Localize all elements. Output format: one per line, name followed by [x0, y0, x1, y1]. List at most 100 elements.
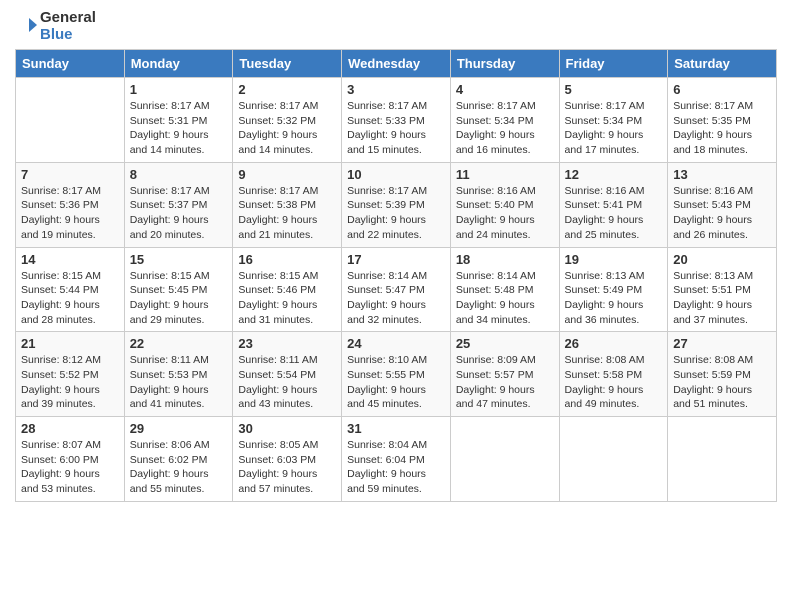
day-number: 18	[456, 252, 554, 267]
header-cell-thursday: Thursday	[450, 50, 559, 78]
day-info: Sunrise: 8:16 AM Sunset: 5:43 PM Dayligh…	[673, 184, 771, 243]
header-cell-sunday: Sunday	[16, 50, 125, 78]
calendar-cell: 21 Sunrise: 8:12 AM Sunset: 5:52 PM Dayli…	[16, 332, 125, 417]
day-info: Sunrise: 8:17 AM Sunset: 5:36 PM Dayligh…	[21, 184, 119, 243]
calendar-cell: 19Sunrise: 8:13 AM Sunset: 5:49 PM Dayli…	[559, 247, 668, 332]
logo-shape-icon	[15, 16, 37, 38]
day-info: Sunrise: 8:10 AM Sunset: 5:55 PM Dayligh…	[347, 353, 445, 412]
day-number: 7	[21, 167, 119, 182]
day-number: 14	[21, 252, 119, 267]
day-info: Sunrise: 8:17 AM Sunset: 5:32 PM Dayligh…	[238, 99, 336, 158]
day-number: 3	[347, 82, 445, 97]
calendar-header: SundayMondayTuesdayWednesdayThursdayFrid…	[16, 50, 777, 78]
calendar-cell: 14 Sunrise: 8:15 AM Sunset: 5:44 PM Dayli…	[16, 247, 125, 332]
day-info: Sunrise: 8:05 AM Sunset: 6:03 PM Dayligh…	[238, 438, 336, 497]
day-info: Sunrise: 8:17 AM Sunset: 5:34 PM Dayligh…	[565, 99, 663, 158]
day-number: 17	[347, 252, 445, 267]
logo: General Blue	[15, 10, 96, 43]
day-number: 10	[347, 167, 445, 182]
calendar-cell: 20Sunrise: 8:13 AM Sunset: 5:51 PM Dayli…	[668, 247, 777, 332]
calendar-cell: 13 Sunrise: 8:16 AM Sunset: 5:43 PM Dayli…	[668, 162, 777, 247]
day-info: Sunrise: 8:11 AM Sunset: 5:54 PM Dayligh…	[238, 353, 336, 412]
calendar-cell: 11 Sunrise: 8:16 AM Sunset: 5:40 PM Dayli…	[450, 162, 559, 247]
day-number: 24	[347, 336, 445, 351]
day-info: Sunrise: 8:15 AM Sunset: 5:45 PM Dayligh…	[130, 269, 228, 328]
day-info: Sunrise: 8:13 AM Sunset: 5:49 PM Dayligh…	[565, 269, 663, 328]
calendar-cell: 23 Sunrise: 8:11 AM Sunset: 5:54 PM Dayli…	[233, 332, 342, 417]
calendar-cell: 5 Sunrise: 8:17 AM Sunset: 5:34 PM Daylig…	[559, 78, 668, 163]
calendar-cell: 15Sunrise: 8:15 AM Sunset: 5:45 PM Dayli…	[124, 247, 233, 332]
calendar-cell: 27Sunrise: 8:08 AM Sunset: 5:59 PM Dayli…	[668, 332, 777, 417]
day-info: Sunrise: 8:15 AM Sunset: 5:44 PM Dayligh…	[21, 269, 119, 328]
calendar-cell: 16 Sunrise: 8:15 AM Sunset: 5:46 PM Dayli…	[233, 247, 342, 332]
calendar-cell: 30 Sunrise: 8:05 AM Sunset: 6:03 PM Dayli…	[233, 417, 342, 502]
calendar-week-1: 1Sunrise: 8:17 AM Sunset: 5:31 PM Daylig…	[16, 78, 777, 163]
day-number: 5	[565, 82, 663, 97]
calendar-cell: 17 Sunrise: 8:14 AM Sunset: 5:47 PM Dayli…	[342, 247, 451, 332]
calendar-cell: 24 Sunrise: 8:10 AM Sunset: 5:55 PM Dayli…	[342, 332, 451, 417]
day-number: 9	[238, 167, 336, 182]
calendar-week-5: 28Sunrise: 8:07 AM Sunset: 6:00 PM Dayli…	[16, 417, 777, 502]
day-number: 30	[238, 421, 336, 436]
day-number: 29	[130, 421, 228, 436]
day-info: Sunrise: 8:12 AM Sunset: 5:52 PM Dayligh…	[21, 353, 119, 412]
day-info: Sunrise: 8:16 AM Sunset: 5:40 PM Dayligh…	[456, 184, 554, 243]
day-info: Sunrise: 8:14 AM Sunset: 5:48 PM Dayligh…	[456, 269, 554, 328]
day-number: 11	[456, 167, 554, 182]
logo-general: General	[40, 10, 96, 27]
calendar-cell: 25Sunrise: 8:09 AM Sunset: 5:57 PM Dayli…	[450, 332, 559, 417]
day-number: 25	[456, 336, 554, 351]
calendar-cell: 31 Sunrise: 8:04 AM Sunset: 6:04 PM Dayli…	[342, 417, 451, 502]
calendar-cell	[668, 417, 777, 502]
calendar-cell: 29 Sunrise: 8:06 AM Sunset: 6:02 PM Dayli…	[124, 417, 233, 502]
day-number: 26	[565, 336, 663, 351]
calendar-cell: 3 Sunrise: 8:17 AM Sunset: 5:33 PM Daylig…	[342, 78, 451, 163]
header-row: SundayMondayTuesdayWednesdayThursdayFrid…	[16, 50, 777, 78]
calendar-cell	[450, 417, 559, 502]
day-info: Sunrise: 8:04 AM Sunset: 6:04 PM Dayligh…	[347, 438, 445, 497]
calendar-cell: 26 Sunrise: 8:08 AM Sunset: 5:58 PM Dayli…	[559, 332, 668, 417]
calendar-cell: 18 Sunrise: 8:14 AM Sunset: 5:48 PM Dayli…	[450, 247, 559, 332]
day-info: Sunrise: 8:15 AM Sunset: 5:46 PM Dayligh…	[238, 269, 336, 328]
day-number: 27	[673, 336, 771, 351]
calendar-cell: 9Sunrise: 8:17 AM Sunset: 5:38 PM Daylig…	[233, 162, 342, 247]
calendar-cell: 2Sunrise: 8:17 AM Sunset: 5:32 PM Daylig…	[233, 78, 342, 163]
day-info: Sunrise: 8:07 AM Sunset: 6:00 PM Dayligh…	[21, 438, 119, 497]
day-number: 12	[565, 167, 663, 182]
day-info: Sunrise: 8:17 AM Sunset: 5:39 PM Dayligh…	[347, 184, 445, 243]
day-number: 21	[21, 336, 119, 351]
day-number: 13	[673, 167, 771, 182]
calendar-cell: 12Sunrise: 8:16 AM Sunset: 5:41 PM Dayli…	[559, 162, 668, 247]
header-cell-monday: Monday	[124, 50, 233, 78]
calendar-cell: 7 Sunrise: 8:17 AM Sunset: 5:36 PM Daylig…	[16, 162, 125, 247]
day-info: Sunrise: 8:17 AM Sunset: 5:37 PM Dayligh…	[130, 184, 228, 243]
day-info: Sunrise: 8:11 AM Sunset: 5:53 PM Dayligh…	[130, 353, 228, 412]
header-cell-wednesday: Wednesday	[342, 50, 451, 78]
logo-blue: Blue	[40, 27, 96, 44]
day-number: 16	[238, 252, 336, 267]
day-info: Sunrise: 8:08 AM Sunset: 5:58 PM Dayligh…	[565, 353, 663, 412]
calendar-cell: 22Sunrise: 8:11 AM Sunset: 5:53 PM Dayli…	[124, 332, 233, 417]
day-info: Sunrise: 8:17 AM Sunset: 5:31 PM Dayligh…	[130, 99, 228, 158]
day-info: Sunrise: 8:14 AM Sunset: 5:47 PM Dayligh…	[347, 269, 445, 328]
calendar-cell: 6 Sunrise: 8:17 AM Sunset: 5:35 PM Daylig…	[668, 78, 777, 163]
day-number: 6	[673, 82, 771, 97]
calendar-cell	[16, 78, 125, 163]
day-info: Sunrise: 8:06 AM Sunset: 6:02 PM Dayligh…	[130, 438, 228, 497]
header-cell-tuesday: Tuesday	[233, 50, 342, 78]
day-number: 8	[130, 167, 228, 182]
calendar-cell: 8 Sunrise: 8:17 AM Sunset: 5:37 PM Daylig…	[124, 162, 233, 247]
day-info: Sunrise: 8:17 AM Sunset: 5:33 PM Dayligh…	[347, 99, 445, 158]
calendar-week-4: 21 Sunrise: 8:12 AM Sunset: 5:52 PM Dayli…	[16, 332, 777, 417]
calendar-cell: 4Sunrise: 8:17 AM Sunset: 5:34 PM Daylig…	[450, 78, 559, 163]
calendar-week-3: 14 Sunrise: 8:15 AM Sunset: 5:44 PM Dayli…	[16, 247, 777, 332]
page-header: General Blue	[15, 10, 777, 43]
day-info: Sunrise: 8:17 AM Sunset: 5:34 PM Dayligh…	[456, 99, 554, 158]
calendar-cell: 1Sunrise: 8:17 AM Sunset: 5:31 PM Daylig…	[124, 78, 233, 163]
day-info: Sunrise: 8:17 AM Sunset: 5:35 PM Dayligh…	[673, 99, 771, 158]
day-number: 31	[347, 421, 445, 436]
day-number: 20	[673, 252, 771, 267]
logo-text: General Blue	[15, 10, 96, 43]
day-number: 23	[238, 336, 336, 351]
calendar-cell: 10 Sunrise: 8:17 AM Sunset: 5:39 PM Dayli…	[342, 162, 451, 247]
